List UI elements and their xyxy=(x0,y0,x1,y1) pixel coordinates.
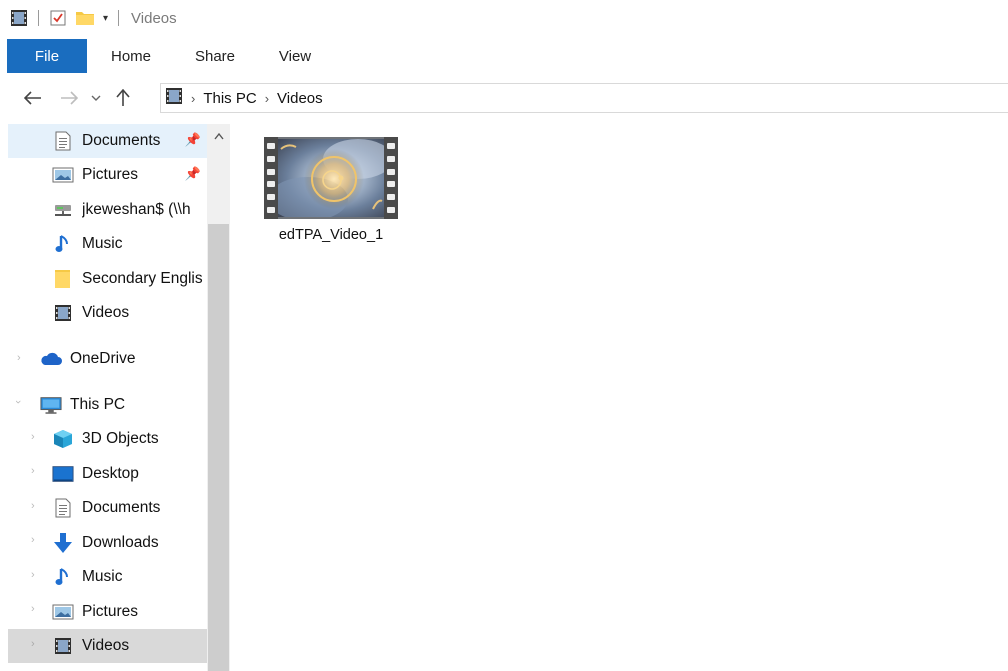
nav-item-quick-network-drive[interactable]: jkeweshan$ (\\h xyxy=(8,193,207,227)
pictures-icon xyxy=(52,164,74,186)
breadcrumb-separator-icon[interactable]: › xyxy=(191,91,195,106)
scroll-up-arrow-icon[interactable] xyxy=(207,124,230,148)
title-bar: ▾ Videos xyxy=(0,0,1008,36)
nav-item-label: 3D Objects xyxy=(82,430,159,447)
nav-item-quick-music[interactable]: Music xyxy=(8,227,207,261)
nav-item-videos[interactable]: Videos xyxy=(8,629,207,663)
recent-locations-chevron-icon[interactable] xyxy=(88,84,104,112)
nav-item-label: Pictures xyxy=(82,166,138,183)
music-icon xyxy=(52,566,74,588)
file-name[interactable]: edTPA_Video_1 xyxy=(279,227,383,243)
titlebar-separator-2 xyxy=(118,10,120,26)
file-item-video[interactable]: edTPA_Video_1 xyxy=(263,137,399,249)
ribbon-tabs: File Home Share View xyxy=(0,39,1008,73)
nav-item-label: jkeweshan$ (\\h xyxy=(82,201,191,218)
nav-item-label: Secondary Englis xyxy=(82,270,203,287)
titlebar-separator xyxy=(38,10,39,26)
videos-icon xyxy=(52,635,74,657)
documents-icon xyxy=(52,497,74,519)
nav-item-label: OneDrive xyxy=(70,350,136,367)
this-pc-icon xyxy=(40,394,62,416)
tab-share[interactable]: Share xyxy=(175,39,255,73)
nav-item-music[interactable]: Music xyxy=(8,560,207,594)
music-icon xyxy=(52,233,74,255)
videos-icon xyxy=(52,302,74,324)
nav-item-onedrive[interactable]: OneDrive xyxy=(8,342,207,376)
nav-item-label: Pictures xyxy=(82,603,138,620)
nav-item-label: This PC xyxy=(70,396,126,413)
nav-item-label: Videos xyxy=(82,637,130,654)
onedrive-icon xyxy=(40,348,62,370)
expand-chevron-icon[interactable]: › xyxy=(31,638,35,650)
nav-item-downloads[interactable]: Downloads xyxy=(8,526,207,560)
new-folder-icon[interactable] xyxy=(75,9,95,27)
nav-item-label: Documents xyxy=(82,499,161,516)
downloads-icon xyxy=(52,532,74,554)
breadcrumb-separator-icon[interactable]: › xyxy=(265,91,269,106)
scrollbar-thumb[interactable] xyxy=(208,224,229,671)
network-drive-icon xyxy=(52,199,74,221)
video-frame-image xyxy=(278,139,384,217)
customize-toolbar-icon[interactable]: ▾ xyxy=(103,13,108,24)
desktop-icon xyxy=(52,463,74,485)
up-arrow-icon[interactable] xyxy=(110,84,136,112)
3d-objects-icon xyxy=(52,428,74,450)
back-arrow-icon[interactable] xyxy=(20,84,46,112)
videos-location-icon xyxy=(165,87,183,109)
documents-icon xyxy=(52,130,74,152)
tab-home[interactable]: Home xyxy=(87,39,175,73)
nav-item-quick-pictures[interactable]: Pictures 📌 xyxy=(8,158,207,192)
video-thumbnail xyxy=(264,137,398,219)
properties-icon[interactable] xyxy=(49,9,67,27)
tab-file[interactable]: File xyxy=(7,39,87,73)
nav-item-pictures[interactable]: Pictures xyxy=(8,595,207,629)
nav-item-this-pc[interactable]: This PC xyxy=(8,388,207,422)
navigation-pane-scrollbar[interactable] xyxy=(207,124,230,671)
nav-item-quick-documents[interactable]: Documents 📌 xyxy=(8,124,207,158)
pin-icon[interactable]: 📌 xyxy=(185,166,201,182)
nav-item-desktop[interactable]: Desktop xyxy=(8,457,207,491)
filmstrip-left xyxy=(264,137,278,219)
nav-item-label: Music xyxy=(82,568,123,585)
videos-app-icon[interactable] xyxy=(10,9,28,27)
filmstrip-right xyxy=(384,137,398,219)
nav-item-label: Downloads xyxy=(82,534,159,551)
window-title: Videos xyxy=(131,9,177,27)
nav-item-quick-videos[interactable]: Videos xyxy=(8,296,207,330)
nav-item-label: Music xyxy=(82,235,123,252)
pin-icon[interactable]: 📌 xyxy=(185,132,201,148)
nav-item-label: Documents xyxy=(82,132,161,149)
tab-view[interactable]: View xyxy=(255,39,335,73)
pictures-icon xyxy=(52,601,74,623)
folder-icon xyxy=(52,268,74,290)
nav-item-documents[interactable]: Documents xyxy=(8,491,207,525)
breadcrumb-this-pc[interactable]: This PC xyxy=(203,90,256,107)
breadcrumb-videos[interactable]: Videos xyxy=(277,90,323,107)
nav-item-3d-objects[interactable]: 3D Objects xyxy=(8,422,207,456)
nav-item-quick-secondary-english[interactable]: Secondary Englis xyxy=(8,262,207,296)
address-bar[interactable]: › This PC › Videos xyxy=(160,83,1008,113)
forward-arrow-icon[interactable] xyxy=(56,84,82,112)
navigation-bar: › This PC › Videos xyxy=(0,82,1008,114)
file-list[interactable]: edTPA_Video_1 xyxy=(230,124,1008,671)
navigation-pane[interactable]: Documents 📌 Pictures 📌 jkeweshan$ (\\h M… xyxy=(0,124,230,671)
nav-item-label: Videos xyxy=(82,304,130,321)
nav-item-label: Desktop xyxy=(82,465,139,482)
